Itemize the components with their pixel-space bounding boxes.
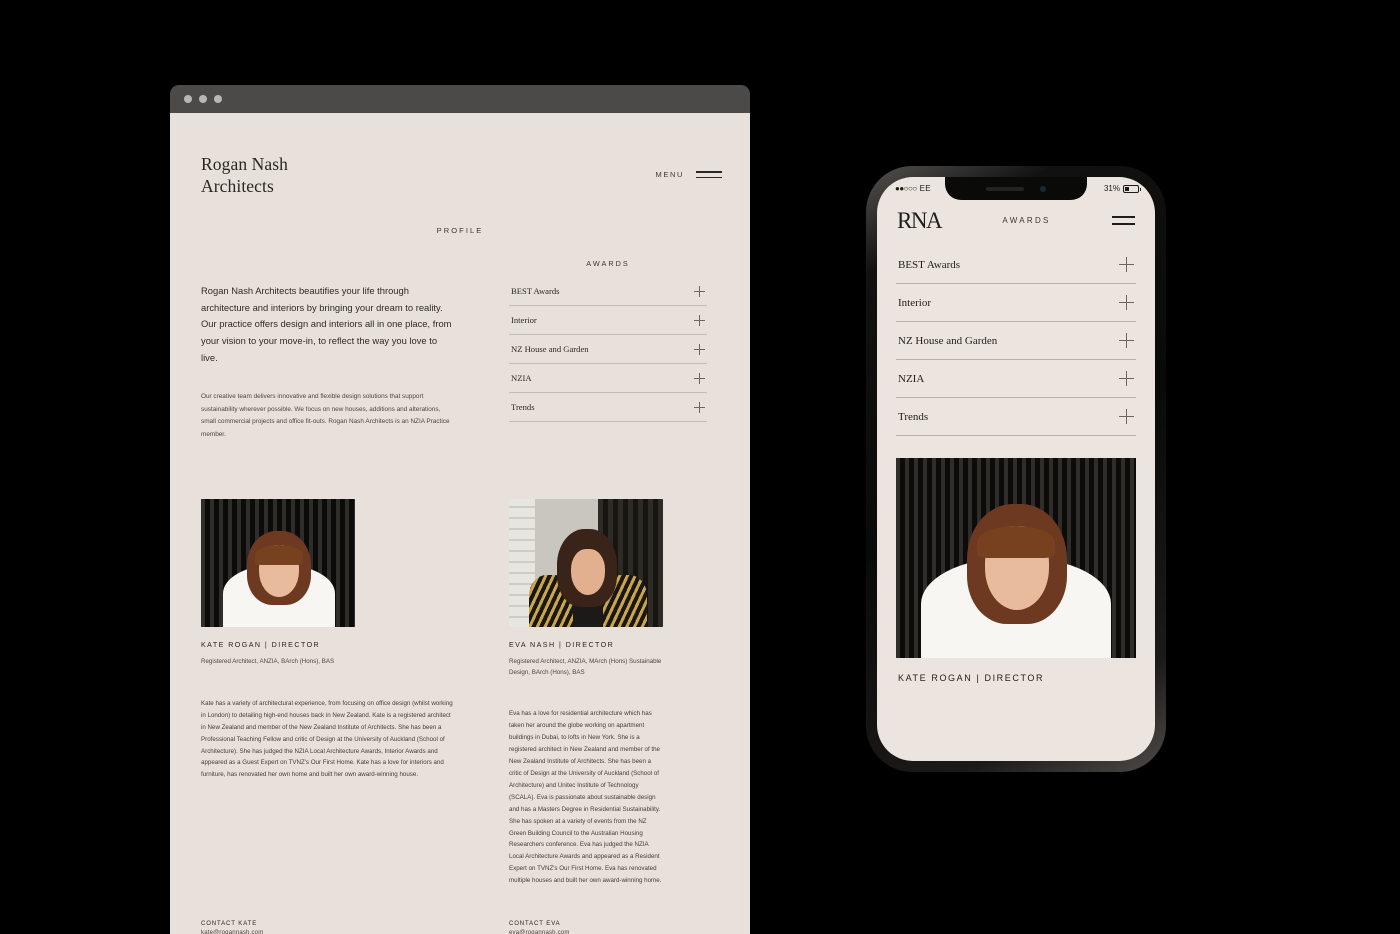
earpiece-speaker-icon	[986, 186, 1024, 191]
window-maximize-icon[interactable]	[214, 95, 222, 103]
accordion-label: BEST Awards	[511, 286, 560, 297]
plus-icon	[1119, 371, 1134, 386]
contact-label-eva: CONTACT EVA	[509, 921, 561, 928]
plus-icon	[694, 401, 705, 413]
plus-icon	[1119, 333, 1134, 348]
member-name-kate: KATE ROGAN | DIRECTOR	[201, 641, 321, 650]
accordion-item-best-awards[interactable]: BEST Awards	[509, 277, 707, 306]
accordion-label: Interior	[898, 296, 931, 309]
contact-kate: CONTACT KATE kate@rogannash.com	[201, 921, 453, 934]
accordion-label: NZIA	[898, 372, 925, 385]
signal-strength-icon: ●●○○○	[895, 184, 917, 193]
accordion-label: NZ House and Garden	[898, 334, 998, 347]
team-section: KATE ROGAN | DIRECTOR Registered Archite…	[170, 499, 750, 887]
awards-accordion: BEST Awards Interior NZ House and Garden	[509, 277, 707, 422]
accordion-label: Trends	[898, 410, 929, 423]
plus-icon	[1119, 257, 1134, 272]
phone-awards-heading: AWARDS	[1002, 216, 1051, 225]
intro-subcopy: Our creative team delivers innovative an…	[201, 393, 450, 438]
phone-logo[interactable]: RNA	[897, 209, 943, 232]
phone-accordion-item-interior[interactable]: Interior	[896, 284, 1136, 322]
contact-eva: CONTACT EVA eva@rogannash.com	[509, 921, 707, 934]
member-credentials-kate: Registered Architect, ANZIA, BArch (Hons…	[201, 658, 335, 666]
awards-heading: AWARDS	[586, 258, 630, 268]
brand-line-1: Rogan Nash	[201, 154, 289, 174]
front-camera-icon	[1040, 185, 1046, 192]
phone-accordion-item-nz-house-and-garden[interactable]: NZ House and Garden	[896, 322, 1136, 360]
menu-toggle[interactable]: MENU	[656, 153, 722, 179]
team-member-kate: KATE ROGAN | DIRECTOR Registered Archite…	[201, 499, 453, 887]
carrier-signal: ●●○○○ EE	[895, 184, 931, 193]
plus-icon	[694, 343, 705, 355]
phone-mockup: ●●○○○ EE 31% RNA AWARDS BEST Awards Inte…	[866, 166, 1166, 772]
phone-accordion-item-nzia[interactable]: NZIA	[896, 360, 1136, 398]
hamburger-icon	[696, 171, 722, 178]
plus-icon	[694, 372, 705, 384]
accordion-item-interior[interactable]: Interior	[509, 306, 707, 335]
window-minimize-icon[interactable]	[199, 95, 207, 103]
plus-icon	[1119, 409, 1134, 424]
brand-wordmark[interactable]: Rogan Nash Architects	[201, 153, 288, 198]
plus-icon	[694, 285, 705, 297]
contacts-section: CONTACT KATE kate@rogannash.com CONTACT …	[170, 921, 750, 934]
brand-line-2: Architects	[201, 176, 274, 197]
intro-lede: Rogan Nash Architects beautifies your li…	[201, 284, 452, 363]
member-name-eva: EVA NASH | DIRECTOR	[509, 641, 615, 650]
phone-portrait-kate-rogan	[896, 458, 1136, 658]
portrait-kate-rogan	[201, 499, 355, 628]
accordion-label: Trends	[511, 402, 535, 413]
plus-icon	[1119, 295, 1134, 310]
phone-awards-accordion: BEST Awards Interior NZ House and Garden…	[877, 246, 1155, 436]
intro-section: Rogan Nash Architects beautifies your li…	[170, 243, 750, 442]
phone-screen: ●●○○○ EE 31% RNA AWARDS BEST Awards Inte…	[877, 177, 1155, 761]
accordion-item-nzia[interactable]: NZIA	[509, 364, 707, 393]
member-bio-kate: Kate has a variety of architectural expe…	[201, 699, 453, 779]
member-credentials-eva: Registered Architect, ANZIA, MArch (Hons…	[509, 658, 662, 676]
site-header: Rogan Nash Architects MENU	[170, 113, 750, 198]
battery-indicator: 31%	[1103, 184, 1141, 193]
accordion-item-trends[interactable]: Trends	[509, 393, 707, 422]
accordion-item-nz-house-and-garden[interactable]: NZ House and Garden	[509, 335, 707, 364]
accordion-label: BEST Awards	[898, 258, 961, 271]
menu-label: MENU	[655, 170, 684, 179]
phone-notch	[945, 177, 1087, 200]
phone-accordion-item-trends[interactable]: Trends	[896, 398, 1136, 436]
plus-icon	[694, 314, 705, 326]
contact-email-eva[interactable]: eva@rogannash.com	[509, 930, 707, 934]
phone-hamburger-icon[interactable]	[1111, 216, 1135, 225]
contact-label-kate: CONTACT KATE	[201, 921, 258, 928]
team-member-eva: EVA NASH | DIRECTOR Registered Architect…	[509, 499, 663, 887]
phone-portrait-caption: KATE ROGAN | DIRECTOR	[898, 673, 1045, 683]
intro-text-column: Rogan Nash Architects beautifies your li…	[201, 243, 453, 442]
awards-column: AWARDS BEST Awards Interior NZ House and…	[509, 243, 707, 442]
accordion-label: NZ House and Garden	[511, 344, 589, 355]
phone-accordion-item-best-awards[interactable]: BEST Awards	[896, 246, 1136, 284]
contact-email-kate[interactable]: kate@rogannash.com	[201, 930, 453, 934]
canvas: Rogan Nash Architects MENU PROFILE Rogan…	[0, 0, 1400, 934]
desktop-viewport: Rogan Nash Architects MENU PROFILE Rogan…	[170, 113, 750, 934]
battery-icon	[1123, 184, 1141, 193]
accordion-label: NZIA	[511, 373, 532, 384]
accordion-label: Interior	[511, 315, 537, 326]
desktop-browser-mockup: Rogan Nash Architects MENU PROFILE Rogan…	[170, 85, 750, 934]
carrier-name: EE	[919, 184, 931, 193]
member-bio-eva: Eva has a love for residential architect…	[509, 710, 662, 885]
profile-kicker: PROFILE	[436, 225, 484, 235]
window-close-icon[interactable]	[184, 95, 192, 103]
portrait-eva-nash	[509, 499, 663, 628]
battery-percent: 31%	[1103, 184, 1120, 193]
browser-title-bar	[170, 85, 750, 113]
